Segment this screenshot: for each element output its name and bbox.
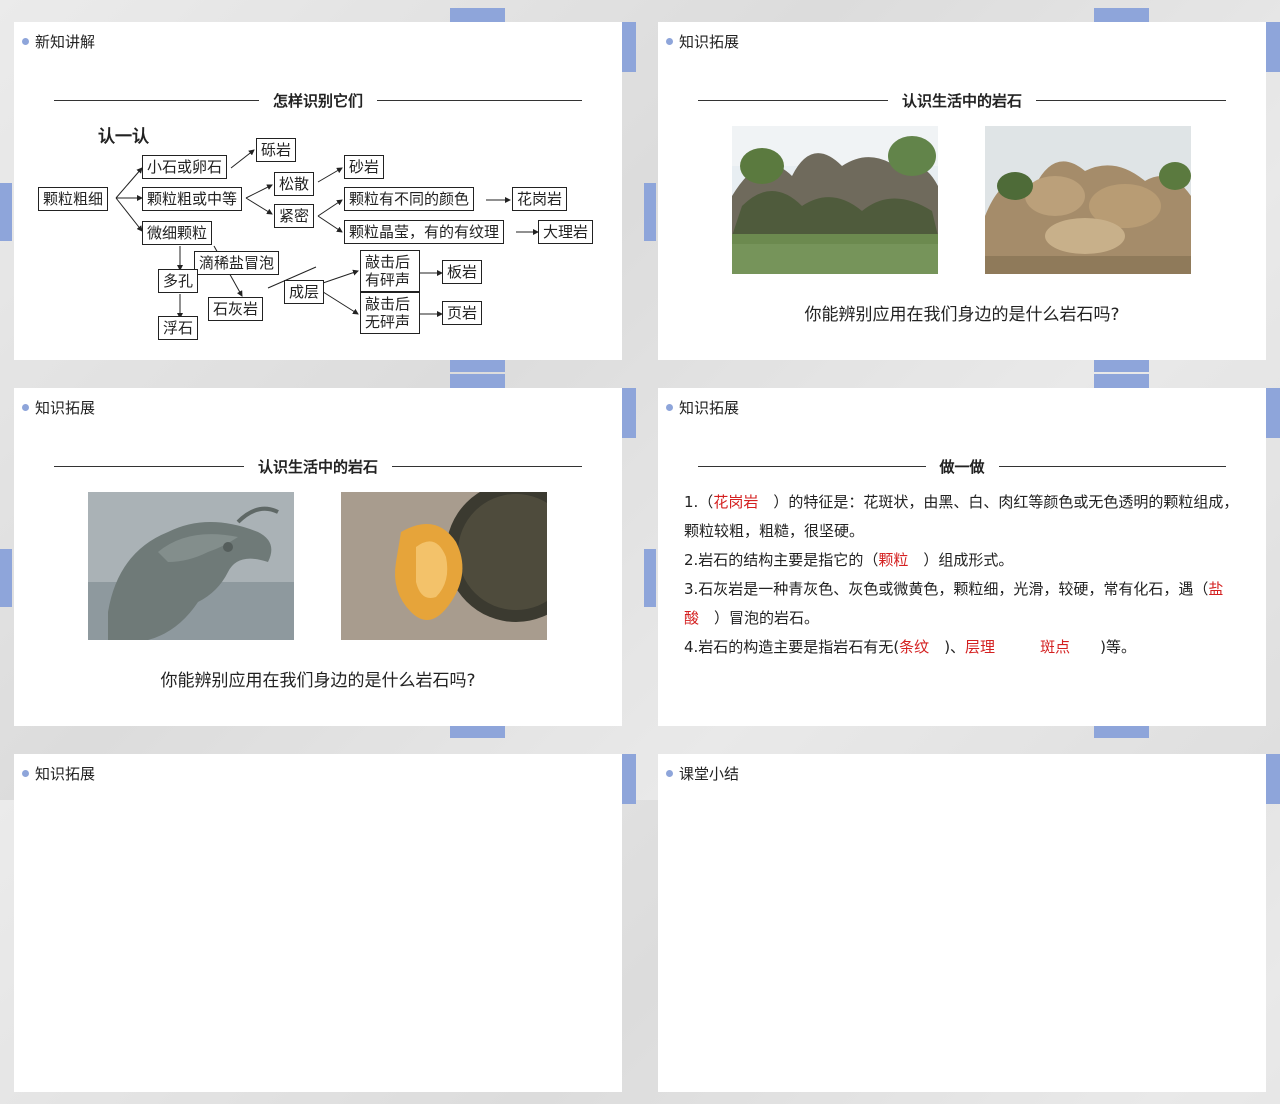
answer-text: 花岗岩	[713, 493, 759, 511]
accent-block	[450, 358, 505, 372]
question-text: 你能辨别应用在我们身边的是什么岩石吗?	[804, 305, 1120, 325]
exercise-item-1: 1.（花岗岩 ）的特征是：花斑状，由黑、白、肉红等颜色或无色透明的颗粒组成，颗粒…	[684, 488, 1244, 546]
section-title: 做一做	[698, 456, 1227, 477]
bullet-dot-icon	[666, 38, 673, 45]
bullet-dot-icon	[666, 404, 673, 411]
item-text: ）冒泡的岩石。	[699, 609, 820, 627]
exercise-item-2: 2.岩石的结构主要是指它的（颗粒 ）组成形式。	[684, 546, 1244, 575]
item-text: )、	[929, 638, 966, 656]
divider	[392, 466, 583, 467]
item-text: )等。	[1070, 638, 1136, 656]
bullet-dot-icon	[22, 404, 29, 411]
node-conglomerate: 砾岩	[256, 138, 297, 162]
accent-block	[1094, 8, 1149, 22]
item-text: 3.石灰岩是一种青灰色、灰色或微黄色，颗粒细，光滑，较硬，常有化石，遇（	[684, 580, 1209, 598]
answer-text: 层理	[965, 638, 996, 656]
accent-block	[1094, 358, 1149, 372]
slide-header: 课堂小结	[666, 763, 739, 784]
dragon-statue-photo	[88, 492, 294, 640]
accent-block	[1094, 724, 1149, 738]
node-slate: 板岩	[442, 260, 483, 284]
slide-exercise[interactable]: 知识拓展 做一做 1.（花岗岩 ）的特征是：花斑状，由黑、白、肉红等颜色或无色透…	[644, 374, 1280, 738]
divider	[54, 466, 244, 467]
node-fine-grain: 微细颗粒	[142, 221, 213, 245]
item-text: 1.（	[684, 493, 714, 511]
node-crisp-sound: 敲击后 有砰声	[360, 250, 420, 292]
node-dense: 紧密	[274, 204, 315, 228]
slide-summary-partial[interactable]: 课堂小结	[644, 740, 1280, 1104]
slide-card: 知识拓展 做一做 1.（花岗岩 ）的特征是：花斑状，由黑、白、肉红等颜色或无色透…	[658, 388, 1266, 726]
node-layered: 成层	[284, 280, 325, 304]
section-title-text: 做一做	[939, 458, 985, 476]
node-loose: 松散	[274, 172, 315, 196]
section-title-text: 认识生活中的岩石	[902, 92, 1023, 110]
answer-text: 条纹	[899, 638, 930, 656]
slide-card: 课堂小结	[658, 754, 1266, 1092]
node-grain-size: 颗粒粗细	[38, 187, 109, 211]
answer-text: 颗粒	[878, 551, 909, 569]
slide-card: 新知讲解 怎样识别它们 认一认 颗粒粗细 小石或卵石 砾岩 颗粒粗或中等 松散 …	[14, 22, 622, 360]
slide-header: 知识拓展	[666, 397, 739, 418]
bullet-dot-icon	[666, 770, 673, 777]
jade-pendant-photo	[341, 492, 547, 640]
exercise-item-3: 3.石灰岩是一种青灰色、灰色或微黄色，颗粒细，光滑，较硬，常有化石，遇（盐酸 ）…	[684, 575, 1244, 633]
divider	[1036, 100, 1227, 101]
divider	[698, 100, 888, 101]
node-shale: 页岩	[442, 301, 483, 325]
node-pumice: 浮石	[158, 316, 199, 340]
accent-block	[0, 549, 12, 607]
slide-header: 知识拓展	[666, 31, 739, 52]
header-label: 知识拓展	[35, 399, 96, 417]
slide-header: 知识拓展	[22, 397, 95, 418]
exercise-item-4: 4.岩石的构造主要是指岩石有无(条纹 )、层理 斑点 )等。	[684, 633, 1244, 662]
header-label: 课堂小结	[679, 765, 740, 783]
node-no-crisp-sound: 敲击后 无砰声	[360, 292, 420, 334]
slide-card: 知识拓展	[14, 754, 622, 1092]
section-title-text: 认识生活中的岩石	[258, 458, 379, 476]
node-crystal-texture: 颗粒晶莹，有的有纹理	[344, 220, 505, 244]
bullet-dot-icon	[22, 770, 29, 777]
accent-block	[1094, 374, 1149, 388]
divider	[698, 466, 926, 467]
item-text: 4.岩石的构造主要是指岩石有无(	[684, 638, 900, 656]
accent-block	[644, 549, 656, 607]
slide-card: 知识拓展 认识生活中的岩石 你能辨别应用在我们身边的是什么岩石吗?	[14, 388, 622, 726]
item-text: 2.岩石的结构主要是指它的（	[684, 551, 879, 569]
accent-block	[450, 8, 505, 22]
question-text: 你能辨别应用在我们身边的是什么岩石吗?	[160, 671, 476, 691]
header-label: 知识拓展	[679, 399, 740, 417]
slide-knowledge-extension-partial[interactable]: 知识拓展	[0, 740, 636, 1104]
node-porous: 多孔	[158, 269, 199, 293]
node-acid-bubbles: 滴稀盐冒泡	[194, 251, 280, 275]
header-label: 知识拓展	[35, 765, 96, 783]
accent-block	[644, 183, 656, 241]
node-coarse-medium: 颗粒粗或中等	[142, 187, 243, 211]
node-different-colors: 颗粒有不同的颜色	[344, 187, 475, 211]
node-marble: 大理岩	[538, 220, 594, 244]
node-granite: 花岗岩	[512, 187, 568, 211]
node-small-stones: 小石或卵石	[142, 155, 228, 179]
section-title: 认识生活中的岩石	[698, 90, 1227, 111]
section-title: 认识生活中的岩石	[54, 456, 583, 477]
slide-rocks-in-life-2[interactable]: 知识拓展 认识生活中的岩石 你能辨别应用在我们身边的是什么岩石吗?	[0, 374, 636, 738]
slide-header: 知识拓展	[22, 763, 95, 784]
answer-text: 斑点	[1040, 638, 1071, 656]
exercise-list: 1.（花岗岩 ）的特征是：花斑状，由黑、白、肉红等颜色或无色透明的颗粒组成，颗粒…	[684, 488, 1244, 662]
accent-block	[450, 724, 505, 738]
item-text: ）的特征是：花斑状，由黑、白、肉红等颜色或无色透明的颗粒组成，颗粒较粗，粗糙，很…	[684, 493, 1239, 540]
rock-garden-pond-photo	[732, 126, 938, 274]
accent-block	[0, 183, 12, 241]
accent-block	[450, 374, 505, 388]
slide-card: 知识拓展 认识生活中的岩石 你能辨别应用在我们身边的是什么岩石吗?	[658, 22, 1266, 360]
rock-garden-photo	[985, 126, 1191, 274]
slide-rock-identification[interactable]: 新知讲解 怎样识别它们 认一认 颗粒粗细 小石或卵石 砾岩 颗粒粗或中等 松散 …	[0, 8, 636, 372]
node-sandstone: 砂岩	[344, 155, 385, 179]
divider	[998, 466, 1227, 467]
header-label: 知识拓展	[679, 33, 740, 51]
item-text: ）组成形式。	[908, 551, 1014, 569]
node-limestone: 石灰岩	[208, 297, 264, 321]
slide-rocks-in-life-1[interactable]: 知识拓展 认识生活中的岩石 你能辨别应用在我们身边的是什么岩石吗?	[644, 8, 1280, 372]
